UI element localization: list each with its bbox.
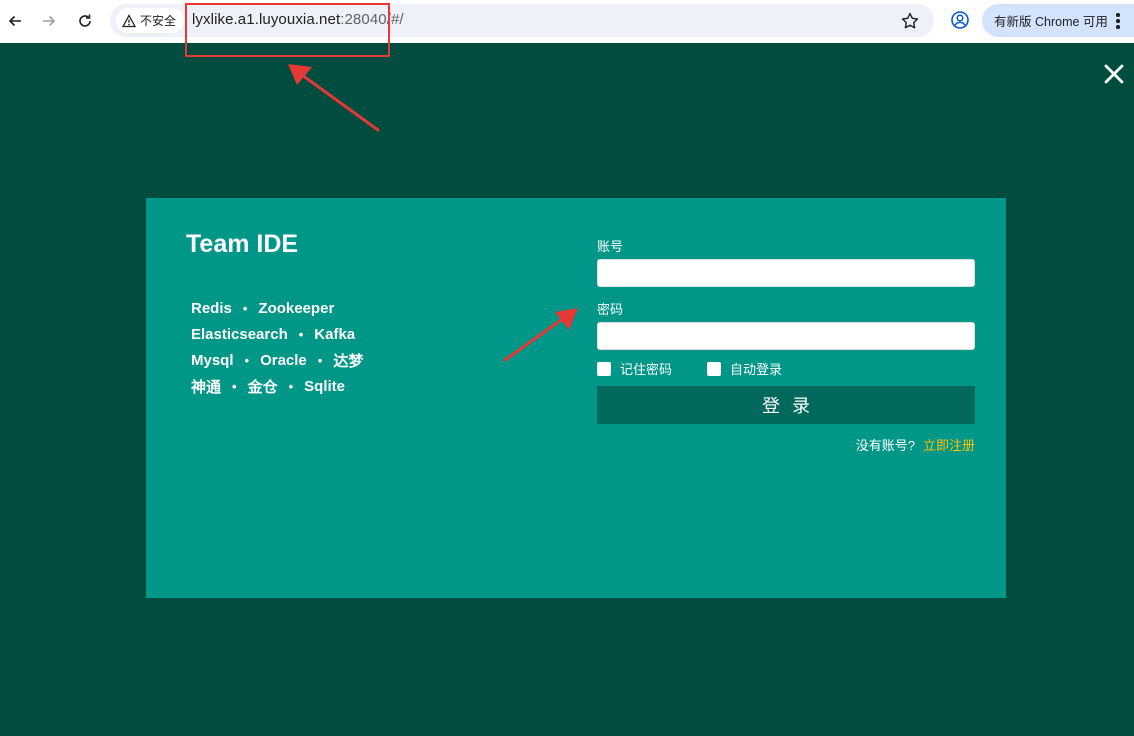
- database-item: 金仓: [247, 378, 278, 396]
- database-item: Zookeeper: [258, 299, 335, 317]
- close-icon[interactable]: [1102, 62, 1126, 86]
- password-label: 密码: [597, 302, 624, 317]
- account-input[interactable]: [597, 259, 975, 287]
- reload-button[interactable]: [72, 8, 98, 34]
- separator-dot: •: [288, 378, 294, 394]
- checkbox-box[interactable]: [707, 361, 721, 376]
- database-line: Redis • Zookeeper: [191, 295, 511, 321]
- security-label: 不安全: [140, 14, 177, 28]
- forward-arrow-icon: [43, 15, 56, 27]
- back-button[interactable]: [2, 8, 28, 34]
- remember-password-label: 记住密码: [620, 362, 673, 377]
- checkbox-box[interactable]: [597, 361, 611, 376]
- login-panel: Team IDE Redis • Zookeeper Elasticsearch…: [146, 198, 1006, 598]
- database-item: Elasticsearch: [191, 325, 288, 343]
- no-account-text: 没有账号?: [855, 438, 915, 453]
- security-chip[interactable]: 不安全: [116, 8, 185, 33]
- account-label: 账号: [597, 239, 624, 254]
- database-item: Redis: [191, 299, 232, 317]
- kebab-menu-icon[interactable]: [1110, 12, 1126, 30]
- separator-dot: •: [232, 378, 237, 394]
- separator-dot: •: [242, 300, 248, 316]
- separator-dot: •: [317, 352, 323, 368]
- database-item: Oracle: [260, 351, 307, 369]
- bookmark-star-icon[interactable]: [900, 11, 920, 31]
- update-chip-label: 有新版 Chrome 可用: [994, 15, 1108, 29]
- register-link[interactable]: 立即注册: [923, 438, 975, 453]
- database-line: Elasticsearch • Kafka: [191, 321, 511, 347]
- password-input[interactable]: [597, 322, 975, 350]
- forward-button[interactable]: [36, 8, 62, 34]
- database-item: 达梦: [333, 352, 364, 370]
- arrow-to-url: [288, 64, 380, 132]
- auto-login-label: 自动登录: [730, 362, 783, 377]
- browser-toolbar: 不安全 lyxlike.a1.luyouxia.net:28040/#/ 有新版…: [0, 0, 1134, 43]
- login-button[interactable]: 登录: [597, 386, 975, 424]
- url-highlight-box: [185, 3, 390, 57]
- database-item: Kafka: [314, 325, 356, 343]
- database-item: Mysql: [191, 351, 234, 369]
- remember-password-checkbox[interactable]: 记住密码: [597, 359, 672, 378]
- supported-databases: Redis • Zookeeper Elasticsearch • Kafka …: [191, 295, 511, 399]
- profile-icon: [951, 11, 969, 29]
- auto-login-checkbox[interactable]: 自动登录: [707, 359, 782, 378]
- database-item: 神通: [191, 378, 222, 396]
- update-chrome-chip[interactable]: 有新版 Chrome 可用: [982, 4, 1134, 37]
- brand-title: Team IDE: [186, 230, 299, 258]
- database-line: Mysql • Oracle • 达梦: [191, 347, 511, 373]
- reload-icon: [79, 14, 91, 27]
- database-line: 神通 • 金仓 • Sqlite: [191, 373, 511, 399]
- profile-button[interactable]: [948, 8, 972, 32]
- warning-icon: [122, 13, 136, 27]
- separator-dot: •: [298, 326, 304, 342]
- database-item: Sqlite: [304, 377, 345, 395]
- register-row: 没有账号? 立即注册: [856, 435, 975, 454]
- back-arrow-icon: [8, 15, 21, 27]
- separator-dot: •: [244, 352, 250, 368]
